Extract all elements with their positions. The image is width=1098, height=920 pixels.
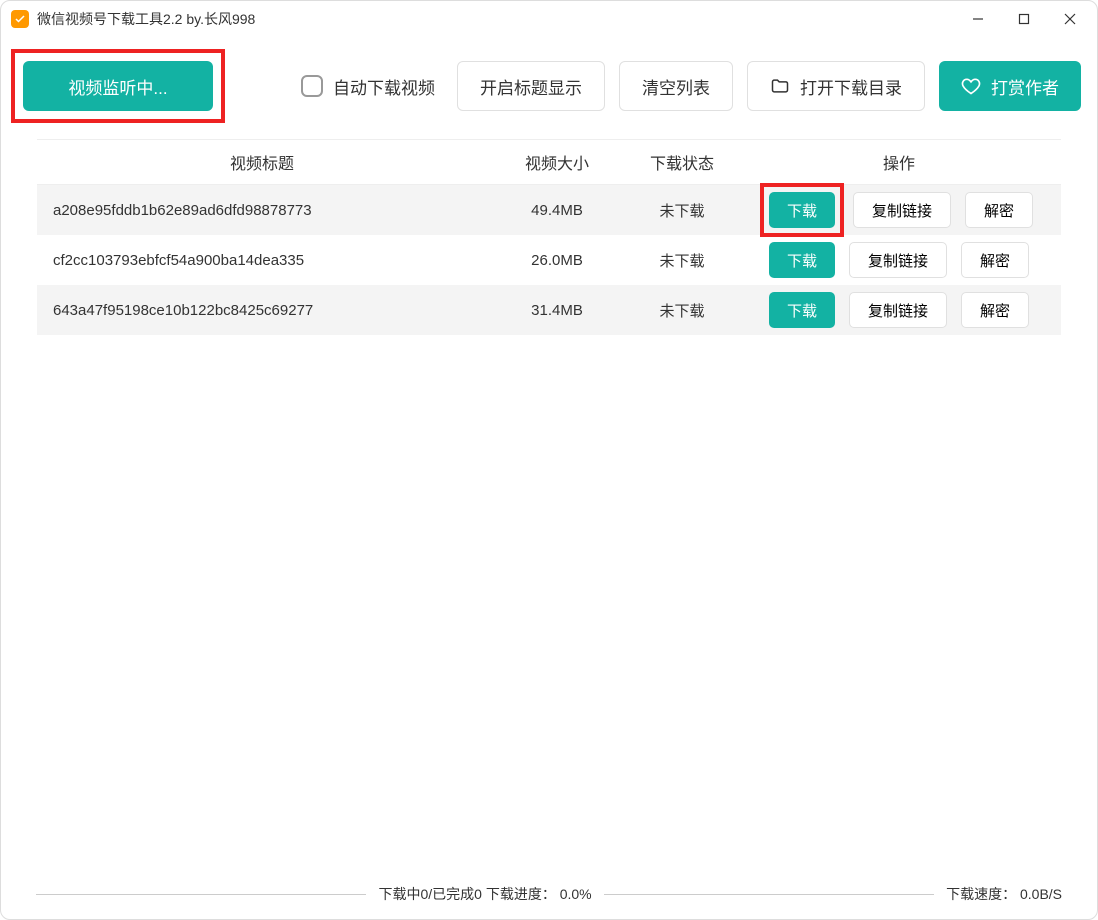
statusbar: 下载中0/已完成0 下载进度： 0.0% 下载速度： 0.0B/S [0,884,1098,904]
header-title: 视频标题 [37,150,487,174]
download-button[interactable]: 下载 [769,192,835,228]
table-row: cf2cc103793ebfcf54a900ba14dea335 26.0MB … [37,235,1061,285]
row-title: 643a47f95198ce10b122bc8425c69277 [37,302,487,319]
table-body: a208e95fddb1b62e89ad6dfd98878773 49.4MB … [37,185,1061,335]
row-title: cf2cc103793ebfcf54a900ba14dea335 [37,252,487,269]
header-action: 操作 [737,150,1061,174]
row-size: 49.4MB [487,202,627,219]
donate-label: 打赏作者 [991,74,1059,99]
show-title-button[interactable]: 开启标题显示 [457,61,605,111]
row-actions: 下载 复制链接 解密 [737,188,1061,232]
row-status: 未下载 [627,300,737,321]
auto-download-checkbox[interactable]: 自动下载视频 [301,74,435,99]
copy-link-button[interactable]: 复制链接 [849,292,947,328]
download-button[interactable]: 下载 [769,292,835,328]
row-status: 未下载 [627,200,737,221]
decrypt-button[interactable]: 解密 [961,242,1029,278]
copy-link-button[interactable]: 复制链接 [849,242,947,278]
minimize-button[interactable] [955,3,1001,35]
status-divider [36,894,366,895]
clear-list-button[interactable]: 清空列表 [619,61,733,111]
folder-icon [770,76,790,96]
toolbar: 视频监听中... 自动下载视频 开启标题显示 清空列表 打开下载目录 打赏作者 [1,37,1097,139]
highlight-annotation: 视频监听中... [11,49,225,123]
copy-link-button[interactable]: 复制链接 [853,192,951,228]
row-size: 31.4MB [487,302,627,319]
open-folder-button[interactable]: 打开下载目录 [747,61,925,111]
row-status: 未下载 [627,250,737,271]
window-title: 微信视频号下载工具2.2 by.长风998 [37,9,255,29]
row-size: 26.0MB [487,252,627,269]
row-actions: 下载 复制链接 解密 [737,292,1061,328]
decrypt-button[interactable]: 解密 [965,192,1033,228]
table-row: 643a47f95198ce10b122bc8425c69277 31.4MB … [37,285,1061,335]
maximize-button[interactable] [1001,3,1047,35]
open-folder-label: 打开下载目录 [800,74,902,99]
window-controls [955,3,1093,35]
header-size: 视频大小 [487,150,627,174]
row-actions: 下载 复制链接 解密 [737,242,1061,278]
monitor-button[interactable]: 视频监听中... [23,61,213,111]
checkbox-icon [301,75,323,97]
status-divider [604,894,934,895]
titlebar: 微信视频号下载工具2.2 by.长风998 [1,1,1097,37]
highlight-annotation: 下载 [760,183,844,237]
app-icon [11,10,29,28]
row-title: a208e95fddb1b62e89ad6dfd98878773 [37,202,487,219]
close-button[interactable] [1047,3,1093,35]
speed-text: 下载速度： 0.0B/S [946,884,1062,904]
heart-icon [961,76,981,96]
auto-download-label: 自动下载视频 [333,74,435,99]
donate-button[interactable]: 打赏作者 [939,61,1081,111]
video-table: 视频标题 视频大小 下载状态 操作 a208e95fddb1b62e89ad6d… [1,139,1097,335]
header-status: 下载状态 [627,150,737,174]
table-row: a208e95fddb1b62e89ad6dfd98878773 49.4MB … [37,185,1061,235]
table-header: 视频标题 视频大小 下载状态 操作 [37,139,1061,185]
download-button[interactable]: 下载 [769,242,835,278]
progress-text: 下载中0/已完成0 下载进度： 0.0% [378,884,591,904]
decrypt-button[interactable]: 解密 [961,292,1029,328]
